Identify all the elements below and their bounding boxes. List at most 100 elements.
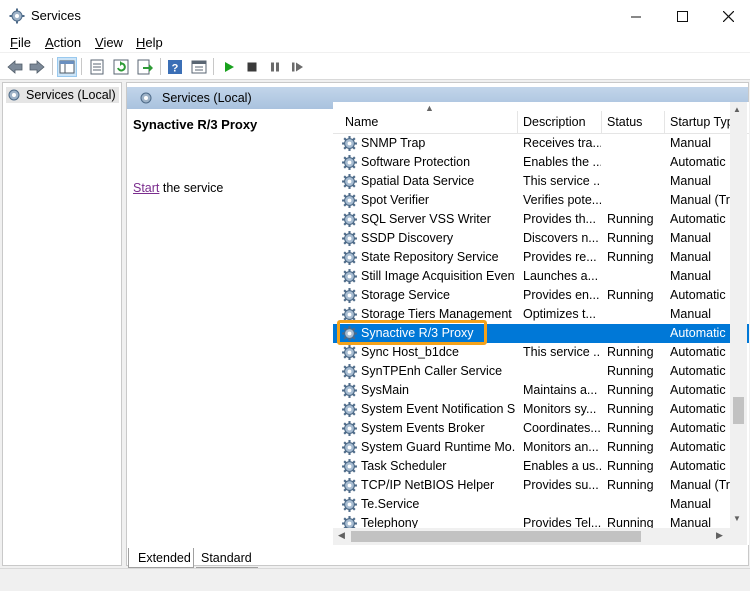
- tab-standard[interactable]: Standard: [196, 548, 258, 568]
- menu-view[interactable]: View: [95, 35, 123, 50]
- table-row[interactable]: Storage Service Provides en... Running Auto…: [333, 286, 749, 305]
- gear-icon: [342, 250, 357, 265]
- title-bar: Services: [0, 0, 750, 32]
- scroll-down-icon[interactable]: ▼: [733, 514, 741, 523]
- table-row[interactable]: Software Protection Enables the ... Automa…: [333, 153, 749, 172]
- table-row[interactable]: Spot Verifier Verifies pote... Manual (Tri: [333, 191, 749, 210]
- table-row[interactable]: SNMP Trap Receives tra... Manual: [333, 134, 749, 153]
- service-status: Running: [607, 288, 654, 302]
- gear-icon: [342, 231, 357, 246]
- services-app-icon: [9, 8, 25, 24]
- start-service-button[interactable]: [219, 57, 239, 77]
- service-status: Running: [607, 459, 654, 473]
- service-name: Software Protection: [361, 155, 471, 169]
- gear-icon: [342, 269, 357, 284]
- sort-ascending-icon: ▲: [425, 103, 434, 113]
- gear-icon: [342, 193, 357, 208]
- help-button[interactable]: ?: [165, 57, 185, 77]
- horizontal-scroll-thumb[interactable]: [351, 531, 641, 542]
- scroll-up-icon[interactable]: ▲: [733, 105, 741, 114]
- forward-button[interactable]: [27, 57, 47, 77]
- column-header-status[interactable]: Status: [607, 115, 642, 129]
- table-row[interactable]: Synactive R/3 Proxy Automatic: [333, 320, 749, 345]
- table-row[interactable]: System Event Notification S... Monitors s…: [333, 400, 749, 419]
- column-header-description[interactable]: Description: [523, 115, 586, 129]
- table-row[interactable]: SQL Server VSS Writer Provides th... Runni…: [333, 210, 749, 229]
- service-description: Receives tra...: [523, 136, 601, 150]
- view-icon: [191, 60, 207, 74]
- services-pane: Services (Local) Synactive R/3 Proxy Sta…: [126, 82, 749, 566]
- restart-service-button[interactable]: [288, 57, 308, 77]
- service-name: State Repository Service: [361, 250, 499, 264]
- export-list-button[interactable]: [135, 57, 155, 77]
- column-header-startup-type[interactable]: Startup Typ: [670, 115, 734, 129]
- start-service-link[interactable]: Start: [133, 181, 159, 195]
- gear-icon: [342, 440, 357, 455]
- gear-icon: [342, 155, 357, 170]
- table-row[interactable]: System Guard Runtime Mo... Monitors an...…: [333, 438, 749, 457]
- vertical-scrollbar[interactable]: ▲ ▼: [730, 102, 747, 545]
- highlight-outline: [337, 320, 487, 345]
- table-row[interactable]: SysMain Maintains a... Running Automatic: [333, 381, 749, 400]
- refresh-button[interactable]: [111, 57, 131, 77]
- gear-icon: [342, 459, 357, 474]
- table-row[interactable]: Sync Host_b1dce This service ... Running Au…: [333, 343, 749, 362]
- service-status: Running: [607, 421, 654, 435]
- column-header-name[interactable]: Name: [345, 115, 378, 129]
- table-row[interactable]: Spatial Data Service This service ... Manu…: [333, 172, 749, 191]
- table-row[interactable]: Te.Service Manual: [333, 495, 749, 514]
- service-description: Monitors sy...: [523, 402, 597, 416]
- service-description: Provides re...: [523, 250, 597, 264]
- back-icon: [7, 60, 23, 74]
- tab-extended[interactable]: Extended: [128, 548, 194, 568]
- gear-icon: [342, 136, 357, 151]
- description-panel: Synactive R/3 Proxy Start the service: [133, 115, 323, 545]
- back-button[interactable]: [5, 57, 25, 77]
- gear-icon: [342, 402, 357, 417]
- service-description: Discovers n...: [523, 231, 599, 245]
- minimize-button[interactable]: [613, 0, 659, 32]
- table-row[interactable]: Still Image Acquisition Events Launches a…: [333, 267, 749, 286]
- maximize-button[interactable]: [659, 0, 705, 32]
- properties-button[interactable]: [87, 57, 107, 77]
- stop-service-button[interactable]: [242, 57, 262, 77]
- table-row[interactable]: TCP/IP NetBIOS Helper Provides su... Runni…: [333, 476, 749, 495]
- service-description: Verifies pote...: [523, 193, 601, 207]
- help-icon: ?: [168, 60, 182, 75]
- pause-service-button[interactable]: [265, 57, 285, 77]
- table-row[interactable]: State Repository Service Provides re... Ru…: [333, 248, 749, 267]
- list-header: ▲ Name Description Status Startup Typ: [333, 102, 749, 134]
- service-status: Running: [607, 250, 654, 264]
- service-action-text: the service: [159, 181, 224, 195]
- menu-file[interactable]: File: [10, 35, 31, 50]
- scroll-left-icon[interactable]: ◀: [338, 530, 345, 541]
- tree-item-services-local[interactable]: Services (Local): [6, 87, 119, 103]
- service-name: SQL Server VSS Writer: [361, 212, 491, 226]
- service-description: Optimizes t...: [523, 307, 596, 321]
- close-button[interactable]: [705, 0, 750, 32]
- service-name: Storage Service: [361, 288, 450, 302]
- table-row[interactable]: Task Scheduler Enables a us... Running Auto…: [333, 457, 749, 476]
- service-action: Start the service: [133, 181, 223, 195]
- menu-help[interactable]: Help: [136, 35, 163, 50]
- horizontal-scrollbar[interactable]: ◀ ▶: [333, 528, 730, 545]
- show-hide-console-tree-button[interactable]: [57, 57, 77, 77]
- service-name: SysMain: [361, 383, 409, 397]
- view-button[interactable]: [189, 57, 209, 77]
- menu-action[interactable]: Action: [45, 35, 81, 50]
- table-row[interactable]: System Events Broker Coordinates... Runnin…: [333, 419, 749, 438]
- refresh-icon: [113, 59, 129, 75]
- service-status: Running: [607, 383, 654, 397]
- vertical-scroll-thumb[interactable]: [733, 397, 744, 424]
- table-row[interactable]: SSDP Discovery Discovers n... Running Manua…: [333, 229, 749, 248]
- table-row[interactable]: SynTPEnh Caller Service Running Automatic: [333, 362, 749, 381]
- scroll-right-icon[interactable]: ▶: [716, 530, 723, 541]
- gear-icon: [342, 497, 357, 512]
- minimize-icon: [630, 16, 641, 17]
- service-name: System Events Broker: [361, 421, 485, 435]
- play-icon: [225, 62, 234, 72]
- gear-icon: [342, 383, 357, 398]
- services-list: ▲ Name Description Status Startup Typ SN…: [333, 102, 749, 545]
- gear-icon: [342, 212, 357, 227]
- service-description: Enables the ...: [523, 155, 601, 169]
